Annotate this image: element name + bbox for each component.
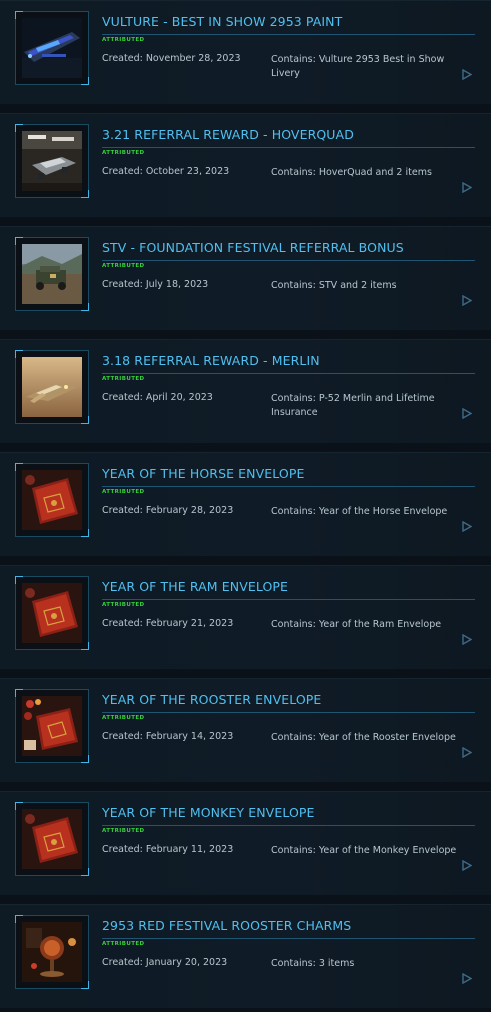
created-date: Created: July 18, 2023 bbox=[102, 279, 209, 290]
created-date: Created: February 14, 2023 bbox=[102, 731, 234, 742]
pledge-thumbnail[interactable] bbox=[15, 237, 89, 311]
contains-text: Contains: STV and 2 items bbox=[271, 280, 397, 291]
contains-text: Contains: Year of the Monkey Envelope bbox=[271, 845, 457, 856]
divider bbox=[102, 34, 475, 35]
ship-vulture-image bbox=[22, 18, 82, 78]
divider bbox=[102, 260, 475, 261]
created-date: Created: February 11, 2023 bbox=[102, 844, 234, 855]
created-date: Created: January 20, 2023 bbox=[102, 957, 228, 968]
envelope-image bbox=[22, 470, 82, 530]
play-arrow-icon[interactable] bbox=[462, 69, 472, 80]
play-arrow-icon[interactable] bbox=[462, 973, 472, 984]
pledge-thumbnail[interactable] bbox=[15, 915, 89, 989]
contains-text: Contains: HoverQuad and 2 items bbox=[271, 167, 432, 178]
pledge-item[interactable]: YEAR OF THE MONKEY ENVELOPE ATTRIBUTED C… bbox=[0, 791, 491, 895]
created-date: Created: February 21, 2023 bbox=[102, 618, 234, 629]
hoverquad-image bbox=[22, 131, 82, 191]
play-arrow-icon[interactable] bbox=[462, 408, 472, 419]
pledge-title[interactable]: VULTURE - BEST IN SHOW 2953 PAINT bbox=[102, 14, 342, 29]
divider bbox=[102, 938, 475, 939]
pledge-title[interactable]: STV - FOUNDATION FESTIVAL REFERRAL BONUS bbox=[102, 240, 404, 255]
play-arrow-icon[interactable] bbox=[462, 747, 472, 758]
divider bbox=[102, 599, 475, 600]
play-arrow-icon[interactable] bbox=[462, 182, 472, 193]
pledge-item[interactable]: 2953 RED FESTIVAL ROOSTER CHARMS ATTRIBU… bbox=[0, 904, 491, 1008]
pledge-item[interactable]: YEAR OF THE HORSE ENVELOPE ATTRIBUTED Cr… bbox=[0, 452, 491, 556]
pledge-thumbnail[interactable] bbox=[15, 689, 89, 763]
pledge-item[interactable]: 3.21 REFERRAL REWARD - HOVERQUAD ATTRIBU… bbox=[0, 113, 491, 217]
status-badge: ATTRIBUTED bbox=[102, 602, 145, 608]
pledge-title[interactable]: YEAR OF THE RAM ENVELOPE bbox=[102, 579, 288, 594]
status-badge: ATTRIBUTED bbox=[102, 828, 145, 834]
contains-text: Contains: Year of the Rooster Envelope bbox=[271, 732, 456, 743]
merlin-image bbox=[22, 357, 82, 417]
pledge-item[interactable]: STV - FOUNDATION FESTIVAL REFERRAL BONUS… bbox=[0, 226, 491, 330]
charms-image bbox=[22, 922, 82, 982]
created-date: Created: February 28, 2023 bbox=[102, 505, 234, 516]
status-badge: ATTRIBUTED bbox=[102, 376, 145, 382]
status-badge: ATTRIBUTED bbox=[102, 941, 145, 947]
envelope-image bbox=[22, 583, 82, 643]
status-badge: ATTRIBUTED bbox=[102, 37, 145, 43]
play-arrow-icon[interactable] bbox=[462, 860, 472, 871]
status-badge: ATTRIBUTED bbox=[102, 150, 145, 156]
divider bbox=[102, 147, 475, 148]
pledge-title[interactable]: 3.18 REFERRAL REWARD - MERLIN bbox=[102, 353, 320, 368]
pledge-item[interactable]: VULTURE - BEST IN SHOW 2953 PAINT ATTRIB… bbox=[0, 0, 491, 104]
created-date: Created: November 28, 2023 bbox=[102, 53, 241, 64]
divider bbox=[102, 486, 475, 487]
status-badge: ATTRIBUTED bbox=[102, 263, 145, 269]
envelope-image bbox=[22, 809, 82, 869]
created-date: Created: October 23, 2023 bbox=[102, 166, 230, 177]
pledge-item[interactable]: YEAR OF THE ROOSTER ENVELOPE ATTRIBUTED … bbox=[0, 678, 491, 782]
play-arrow-icon[interactable] bbox=[462, 521, 472, 532]
pledge-list: VULTURE - BEST IN SHOW 2953 PAINT ATTRIB… bbox=[0, 0, 491, 1012]
pledge-thumbnail[interactable] bbox=[15, 350, 89, 424]
pledge-thumbnail[interactable] bbox=[15, 463, 89, 537]
pledge-title[interactable]: 3.21 REFERRAL REWARD - HOVERQUAD bbox=[102, 127, 354, 142]
pledge-title[interactable]: YEAR OF THE ROOSTER ENVELOPE bbox=[102, 692, 321, 707]
play-arrow-icon[interactable] bbox=[462, 634, 472, 645]
play-arrow-icon[interactable] bbox=[462, 295, 472, 306]
pledge-title[interactable]: 2953 RED FESTIVAL ROOSTER CHARMS bbox=[102, 918, 351, 933]
envelope-table-image bbox=[22, 696, 82, 756]
divider bbox=[102, 712, 475, 713]
created-date: Created: April 20, 2023 bbox=[102, 392, 213, 403]
pledge-title[interactable]: YEAR OF THE HORSE ENVELOPE bbox=[102, 466, 304, 481]
divider bbox=[102, 825, 475, 826]
pledge-thumbnail[interactable] bbox=[15, 576, 89, 650]
status-badge: ATTRIBUTED bbox=[102, 715, 145, 721]
contains-text: Contains: 3 items bbox=[271, 958, 355, 969]
pledge-item[interactable]: YEAR OF THE RAM ENVELOPE ATTRIBUTED Crea… bbox=[0, 565, 491, 669]
pledge-thumbnail[interactable] bbox=[15, 124, 89, 198]
contains-text: Contains: Year of the Horse Envelope bbox=[271, 506, 448, 517]
pledge-thumbnail[interactable] bbox=[15, 802, 89, 876]
divider bbox=[102, 373, 475, 374]
stv-image bbox=[22, 244, 82, 304]
pledge-thumbnail[interactable] bbox=[15, 11, 89, 85]
status-badge: ATTRIBUTED bbox=[102, 489, 145, 495]
contains-text: Contains: Vulture 2953 Best in Show Live… bbox=[271, 54, 445, 79]
pledge-item[interactable]: 3.18 REFERRAL REWARD - MERLIN ATTRIBUTED… bbox=[0, 339, 491, 443]
contains-text: Contains: P-52 Merlin and Lifetime Insur… bbox=[271, 393, 435, 418]
contains-text: Contains: Year of the Ram Envelope bbox=[271, 619, 442, 630]
pledge-title[interactable]: YEAR OF THE MONKEY ENVELOPE bbox=[102, 805, 315, 820]
